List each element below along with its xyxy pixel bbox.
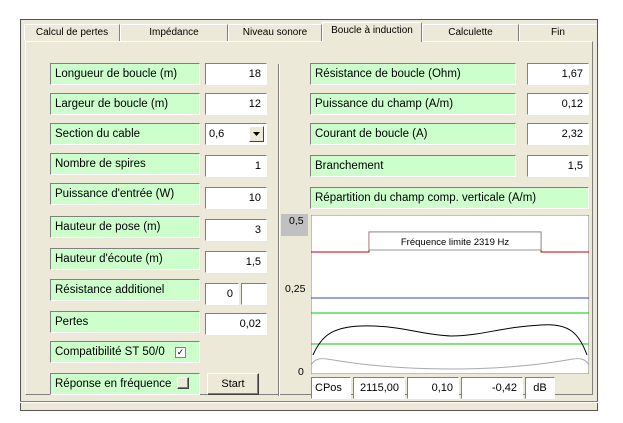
start-button[interactable]: Start bbox=[207, 373, 259, 395]
compat-checkbox[interactable]: ✓ bbox=[175, 347, 186, 358]
compat-label-text: Compatibilité ST 50/0 bbox=[55, 346, 165, 358]
puissance-champ-value: 0,12 bbox=[527, 93, 589, 115]
y-tick-mid: 0,25 bbox=[285, 283, 306, 295]
tab-bar: Calcul de pertes Impédance Niveau sonore… bbox=[24, 22, 596, 42]
reponse-toggle[interactable] bbox=[177, 377, 189, 389]
status-value-2: -0,42 bbox=[461, 377, 523, 399]
freq-label: Fréquence limite 2319 Hz bbox=[401, 237, 509, 248]
courant-value: 2,32 bbox=[527, 123, 589, 145]
longueur-input[interactable]: 18 bbox=[205, 63, 267, 85]
pertes-input[interactable]: 0,02 bbox=[205, 313, 267, 335]
resistance-boucle-value: 1,67 bbox=[527, 63, 589, 85]
resistance-add-input[interactable]: 0 bbox=[205, 283, 239, 305]
spires-label: Nombre de spires bbox=[50, 153, 200, 175]
hauteur-pose-input[interactable]: 3 bbox=[205, 219, 267, 241]
spires-input[interactable]: 1 bbox=[205, 155, 267, 177]
dropdown-arrow-icon[interactable] bbox=[249, 126, 264, 142]
cpos-value: 2115,00 bbox=[353, 377, 405, 399]
puissance-label: Puissance d'entrée (W) bbox=[50, 183, 200, 205]
check-icon: ✓ bbox=[176, 347, 185, 357]
vertical-separator bbox=[278, 64, 280, 396]
resistance-add-label: Résistance additionel bbox=[50, 279, 200, 301]
y-tick-top: 0,5 bbox=[289, 215, 304, 227]
tab-impedance[interactable]: Impédance bbox=[120, 24, 228, 41]
tab-calculette[interactable]: Calculette bbox=[422, 24, 519, 41]
largeur-label: Largeur de boucle (m) bbox=[50, 93, 200, 115]
tab-boucle-induction[interactable]: Boucle à induction bbox=[322, 22, 422, 42]
hauteur-ecoute-label: Hauteur d'écoute (m) bbox=[50, 248, 200, 270]
hauteur-pose-label: Hauteur de pose (m) bbox=[50, 216, 200, 238]
section-select[interactable]: 0,6 bbox=[205, 123, 267, 145]
reponse-label-text: Réponse en fréquence bbox=[55, 378, 172, 390]
section-value: 0,6 bbox=[209, 128, 225, 140]
repartition-title: Répartition du champ comp. verticale (A/… bbox=[310, 187, 589, 209]
y-tick-bottom: 0 bbox=[298, 366, 304, 378]
largeur-input[interactable]: 12 bbox=[205, 93, 267, 115]
tab-fin[interactable]: Fin bbox=[519, 24, 596, 41]
puissance-input[interactable]: 10 bbox=[205, 187, 267, 209]
branchement-label: Branchement bbox=[310, 155, 516, 177]
puissance-champ-label: Puissance du champ (A/m) bbox=[310, 93, 516, 115]
cpos-label: CPos bbox=[311, 377, 351, 399]
unit-db: dB bbox=[525, 377, 555, 399]
tab-niveau-sonore[interactable]: Niveau sonore bbox=[228, 24, 322, 41]
pertes-label: Pertes bbox=[50, 311, 200, 333]
tab-calcul-pertes[interactable]: Calcul de pertes bbox=[24, 24, 120, 41]
courant-label: Courant de boucle (A) bbox=[310, 123, 516, 145]
resistance-add-input-2[interactable] bbox=[241, 283, 267, 305]
longueur-label: Longueur de boucle (m) bbox=[50, 63, 200, 85]
section-label: Section du cable bbox=[50, 123, 200, 145]
field-chart: Fréquence limite 2319 Hz bbox=[311, 215, 589, 374]
bottom-divider bbox=[20, 401, 598, 403]
resistance-boucle-label: Résistance de boucle (Ohm) bbox=[310, 63, 516, 85]
branchement-value: 1,5 bbox=[527, 155, 589, 177]
hauteur-ecoute-input[interactable]: 1,5 bbox=[205, 251, 267, 273]
status-value-1: 0,10 bbox=[407, 377, 459, 399]
